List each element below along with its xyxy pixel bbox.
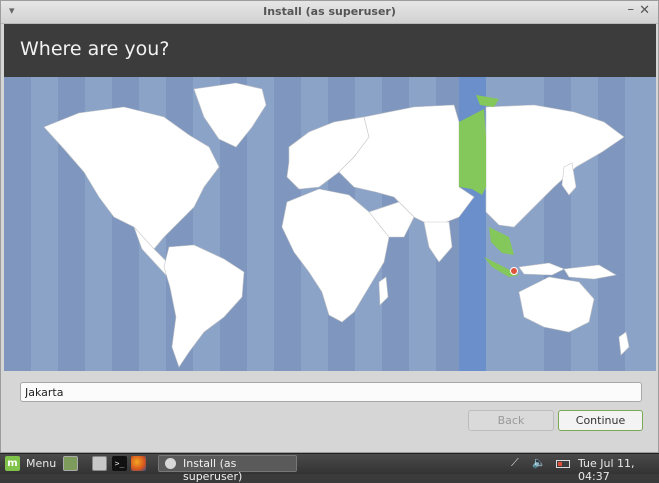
location-input[interactable] [20, 382, 642, 402]
files-icon[interactable] [92, 456, 107, 471]
clock[interactable]: Tue Jul 11, 04:37 [578, 457, 659, 483]
taskbar-window-label: Install (as superuser) [183, 457, 243, 483]
page-header: Where are you? [4, 24, 656, 77]
network-icon[interactable]: ⟋ [511, 456, 519, 470]
terminal-icon[interactable]: >_ [112, 456, 127, 471]
back-button[interactable]: Back [468, 410, 554, 431]
title-bar[interactable]: ▾ Install (as superuser) – ✕ [1, 1, 658, 24]
menu-button[interactable]: Menu [26, 457, 56, 470]
page-title: Where are you? [20, 38, 170, 60]
close-icon[interactable]: ✕ [639, 3, 650, 18]
installer-app-icon [165, 458, 176, 469]
minimize-icon[interactable]: – [628, 2, 635, 17]
window-title: Install (as superuser) [263, 5, 396, 18]
installer-window: ▾ Install (as superuser) – ✕ Where are y… [0, 0, 659, 453]
city-pin-icon[interactable] [510, 267, 518, 275]
timezone-map[interactable] [4, 77, 656, 371]
taskbar-window-button[interactable]: Install (as superuser) [158, 455, 297, 483]
battery-icon[interactable] [556, 460, 570, 468]
firefox-icon[interactable] [131, 456, 146, 471]
world-map-svg[interactable] [4, 77, 656, 371]
show-desktop-icon[interactable] [63, 456, 78, 471]
volume-icon[interactable]: 🔈 [532, 456, 546, 469]
taskbar: m Menu >_ Install (as superuser) ⟋ 🔈 Tue… [0, 453, 659, 483]
continue-button[interactable]: Continue [558, 410, 643, 431]
mint-menu-icon[interactable]: m [5, 456, 20, 471]
